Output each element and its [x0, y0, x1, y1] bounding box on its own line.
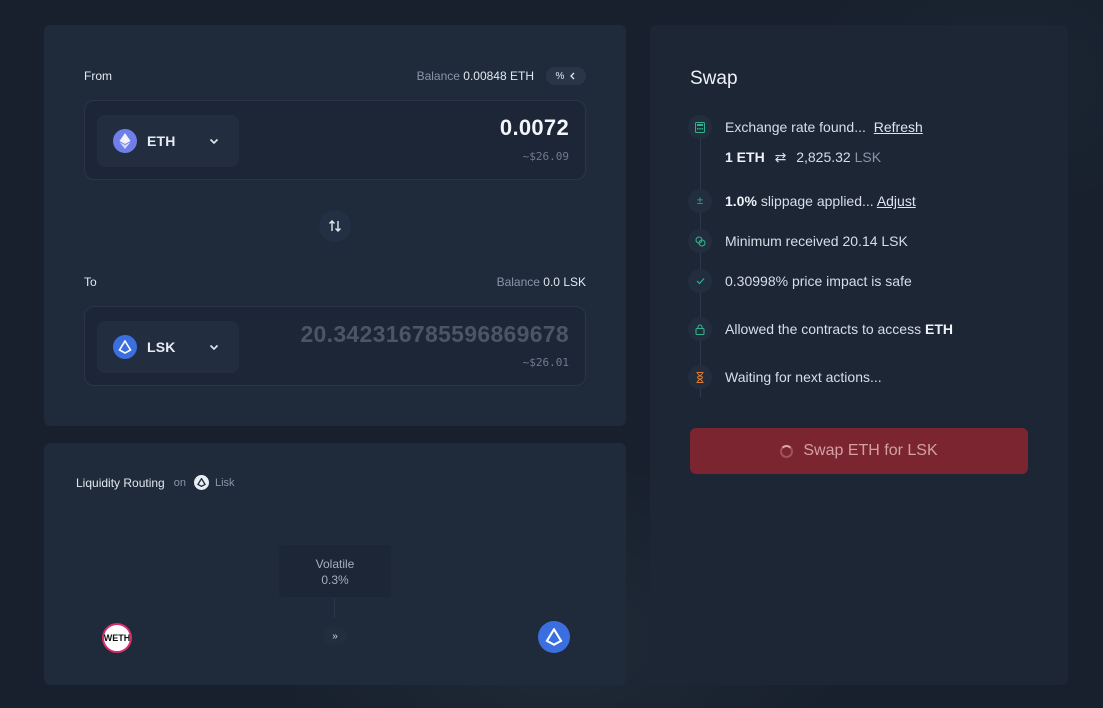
- from-usd-value: ~$26.09: [522, 150, 569, 163]
- pool-box: Volatile 0.3%: [279, 545, 391, 597]
- pool-connector: [334, 598, 335, 618]
- plus-minus-icon: ±: [688, 189, 712, 213]
- to-balance-value: 0.0 LSK: [543, 275, 586, 289]
- to-label: To: [84, 275, 97, 289]
- lisk-network-icon: [193, 475, 209, 490]
- to-balance: Balance 0.0 LSK: [497, 275, 586, 289]
- chevron-down-icon: [209, 138, 219, 145]
- lock-icon: [688, 317, 712, 341]
- pool-fee: 0.3%: [321, 573, 349, 587]
- adjust-link[interactable]: Adjust: [877, 193, 916, 209]
- from-token-name: ETH: [147, 133, 176, 149]
- from-balance-label: Balance: [416, 69, 460, 83]
- slippage-text: 1.0% slippage applied... Adjust: [725, 193, 916, 209]
- weth-token-icon: WETH: [102, 623, 132, 653]
- percent-button-label: %: [555, 70, 565, 82]
- allowance-text: Allowed the contracts to access ETH: [725, 321, 953, 337]
- routing-header: Liquidity Routing on Lisk: [76, 475, 235, 490]
- refresh-link[interactable]: Refresh: [874, 119, 923, 135]
- swap-title: Swap: [690, 68, 738, 89]
- check-icon: [688, 269, 712, 293]
- pool-type: Volatile: [315, 557, 355, 571]
- rate-quote-unit: LSK: [854, 149, 882, 165]
- routing-network: Lisk: [214, 476, 235, 489]
- to-token-name: LSK: [147, 339, 176, 355]
- to-amount-output: 20.342316785596869678: [300, 321, 569, 347]
- hourglass-icon: [688, 365, 712, 389]
- step-waiting: [688, 365, 712, 389]
- percent-button[interactable]: %: [546, 67, 586, 85]
- from-amount-input[interactable]: 0.0072: [500, 115, 569, 141]
- to-token-select[interactable]: LSK: [97, 321, 239, 373]
- liquidity-routing-card: Liquidity Routing on Lisk Volatile 0.3% …: [44, 443, 626, 685]
- step-exchange-rate: [688, 115, 712, 139]
- rate-quote: 2,825.32: [796, 149, 851, 165]
- swap-button-label: Swap ETH for LSK: [803, 442, 938, 459]
- from-balance: Balance 0.00848 ETH: [417, 69, 534, 83]
- exchange-rate-text: Exchange rate found... Refresh: [725, 119, 923, 135]
- to-usd-value: ~$26.01: [522, 356, 569, 369]
- from-token-select[interactable]: ETH: [97, 115, 239, 167]
- swap-direction-button[interactable]: [319, 210, 351, 242]
- swap-arrows-icon: [329, 220, 341, 232]
- step-allowance: [688, 317, 712, 341]
- routing-title: Liquidity Routing: [76, 475, 165, 490]
- ethereum-icon: [113, 129, 137, 153]
- rate-base: 1 ETH: [725, 149, 765, 165]
- calculator-icon: [688, 115, 712, 139]
- rate-swap-icon: ⇄: [774, 149, 787, 165]
- slippage-label: slippage applied...: [760, 193, 874, 209]
- allowance-token: ETH: [925, 321, 953, 337]
- exchange-rate-label: Exchange rate found...: [725, 119, 866, 135]
- price-impact-text: 0.30998% price impact is safe: [725, 273, 912, 289]
- from-token-box[interactable]: ETH 0.0072 ~$26.09: [84, 100, 586, 180]
- swap-button[interactable]: Swap ETH for LSK: [690, 428, 1028, 474]
- route-arrow-icon: »: [323, 627, 347, 645]
- lisk-token-icon: [538, 621, 570, 653]
- to-balance-label: Balance: [496, 275, 540, 289]
- step-slippage: ±: [688, 189, 712, 213]
- coins-icon: [688, 229, 712, 253]
- chevron-left-icon: [570, 72, 575, 80]
- swap-input-card: From Balance 0.00848 ETH % ETH 0.0072 ~$…: [44, 25, 626, 426]
- routing-on-text: on: [173, 476, 186, 489]
- waiting-text: Waiting for next actions...: [725, 369, 882, 385]
- minimum-received-text: Minimum received 20.14 LSK: [725, 233, 908, 249]
- exchange-rate-value: 1 ETH ⇄ 2,825.32 LSK: [725, 149, 881, 166]
- step-price-impact: [688, 269, 712, 293]
- chevron-down-icon: [209, 344, 219, 351]
- to-token-box[interactable]: LSK 20.342316785596869678 ~$26.01: [84, 306, 586, 386]
- lisk-icon: [113, 335, 137, 359]
- step-minimum-received: [688, 229, 712, 253]
- allowance-label: Allowed the contracts to access: [725, 321, 922, 337]
- loading-spinner-icon: [780, 444, 794, 458]
- slippage-value: 1.0%: [725, 193, 757, 209]
- from-balance-value: 0.00848 ETH: [463, 69, 534, 83]
- from-label: From: [84, 69, 112, 83]
- swap-summary-card: Swap Exchange rate found... Refresh 1 ET…: [650, 25, 1068, 685]
- steps-timeline-line: [700, 139, 701, 397]
